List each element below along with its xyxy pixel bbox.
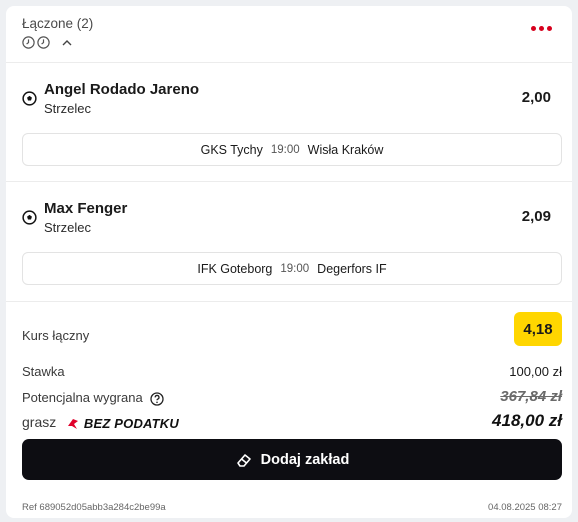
- home-team: IFK Goteborg: [197, 261, 273, 276]
- card-header: Łączone (2): [6, 6, 572, 62]
- tax-free-badge: BEZ PODATKU: [66, 416, 179, 431]
- player-name: Angel Rodado Jareno: [44, 81, 200, 98]
- kurs-row: Kurs łączny: [22, 328, 562, 343]
- add-bet-button[interactable]: Dodaj zakład: [22, 439, 562, 480]
- final-win-value: 418,00 zł: [492, 411, 562, 430]
- match-time: 19:00: [270, 143, 300, 156]
- clock-icon: [22, 36, 35, 49]
- home-team: GKS Tychy: [200, 142, 263, 157]
- selection-item: Angel Rodado Jareno Strzelec 2,00 GKS Ty…: [6, 63, 572, 181]
- ref-id: Ref 689052d05abb3a284c2be99a: [22, 502, 166, 513]
- eraser-icon: [236, 453, 251, 467]
- card-footer: Ref 689052d05abb3a284c2be99a 04.08.2025 …: [22, 502, 562, 513]
- tax-free-text: BEZ PODATKU: [83, 416, 179, 432]
- win-label: Potencjalna wygrana: [22, 390, 143, 405]
- bet-date: 04.08.2025 08:27: [488, 502, 562, 513]
- tax-free-logo-icon: [67, 418, 78, 429]
- win-row: Potencjalna wygrana 367,84 zł: [22, 388, 562, 406]
- match-pill[interactable]: GKS Tychy 19:00 Wisła Kraków: [22, 133, 562, 166]
- add-bet-label: Dodaj zakład: [260, 451, 350, 468]
- away-team: Degerfors IF: [317, 261, 387, 276]
- kurs-label: Kurs łączny: [22, 328, 90, 343]
- help-icon[interactable]: [150, 391, 164, 406]
- market-label: Strzelec: [44, 220, 91, 235]
- grasz-label: grasz: [22, 414, 57, 430]
- selection-odd: 2,09: [521, 208, 551, 225]
- final-row: grasz BEZ PODATKU 418,00 zł: [22, 411, 562, 431]
- win-value-struck: 367,84 zł: [500, 388, 562, 405]
- selection-item: Max Fenger Strzelec 2,09 IFK Goteborg 19…: [6, 182, 572, 300]
- header-icons: [22, 36, 72, 49]
- clock-icon: [37, 36, 50, 49]
- kurs-value-badge: 4,18: [514, 312, 562, 346]
- away-team: Wisła Kraków: [307, 142, 384, 157]
- soccer-ball-icon: [22, 91, 37, 106]
- match-time: 19:00: [280, 262, 310, 275]
- more-dots-icon[interactable]: [531, 26, 552, 31]
- bet-card: Łączone (2) Angel Rodado Jareno Strzelec…: [6, 6, 572, 518]
- stake-row: Stawka 100,00 zł: [22, 364, 562, 379]
- header-title: Łączone (2): [22, 16, 94, 31]
- player-name: Max Fenger: [44, 200, 128, 217]
- selection-odd: 2,00: [521, 89, 551, 106]
- stake-value: 100,00 zł: [509, 364, 562, 379]
- chevron-up-icon[interactable]: [62, 39, 72, 47]
- stake-label: Stawka: [22, 364, 65, 379]
- match-pill[interactable]: IFK Goteborg 19:00 Degerfors IF: [22, 252, 562, 285]
- market-label: Strzelec: [44, 101, 91, 116]
- soccer-ball-icon: [22, 210, 37, 225]
- divider: [6, 301, 572, 302]
